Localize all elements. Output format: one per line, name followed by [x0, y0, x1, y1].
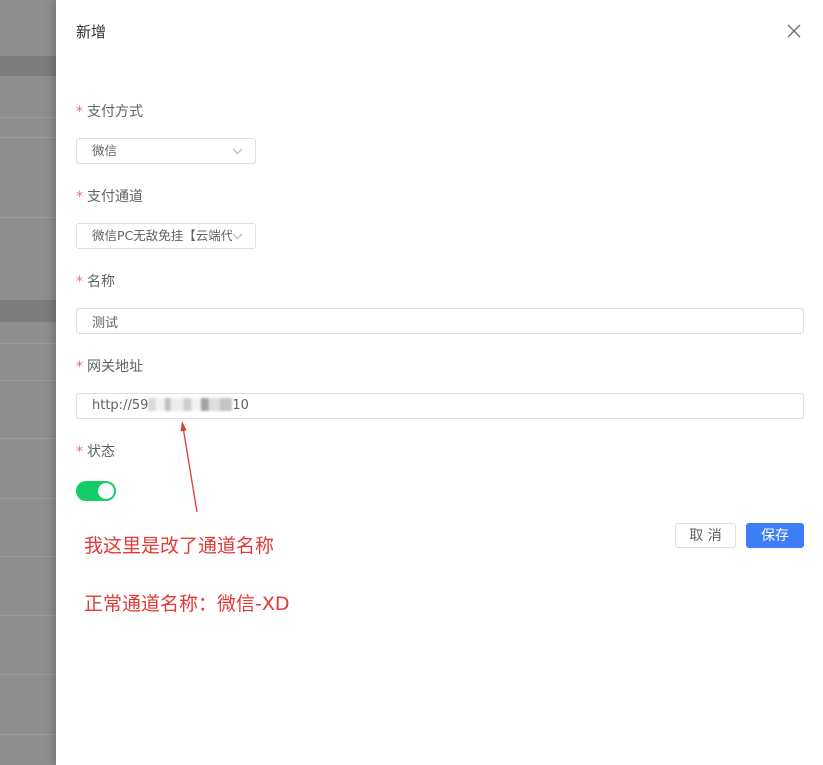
backdrop-row-divider: [0, 217, 56, 218]
backdrop-row-divider: [0, 615, 56, 616]
required-mark: *: [76, 359, 83, 375]
payment-method-label: * 支付方式: [76, 102, 143, 122]
payment-method-select[interactable]: 微信: [76, 138, 256, 164]
annotation-line-2: 正常通道名称：微信-XD: [84, 593, 290, 615]
backdrop-row-divider: [0, 438, 56, 439]
backdrop-row-divider: [0, 117, 56, 118]
redacted-blur: [148, 398, 233, 411]
chevron-down-icon: [232, 148, 243, 155]
gateway-value-prefix: http://59: [92, 398, 149, 413]
backdrop-row-divider: [0, 380, 56, 381]
status-label: * 状态: [76, 442, 115, 462]
backdrop-row-divider: [0, 343, 56, 344]
close-icon[interactable]: [787, 24, 801, 38]
status-switch[interactable]: [76, 481, 116, 501]
name-input[interactable]: [76, 308, 804, 334]
status-label-text: 状态: [87, 444, 115, 460]
chevron-down-icon: [232, 233, 243, 240]
backdrop-row-divider: [0, 137, 56, 138]
switch-knob: [98, 483, 114, 499]
annotation-line-1: 我这里是改了通道名称: [84, 535, 275, 557]
backdrop-table-header: [0, 56, 56, 76]
save-button[interactable]: 保存: [746, 523, 804, 548]
backdrop-row-divider: [0, 674, 56, 675]
payment-channel-value: 微信PC无敌免挂【云端代: [92, 228, 232, 243]
gateway-value-suffix: 10: [232, 398, 249, 413]
required-mark: *: [76, 104, 83, 120]
required-mark: *: [76, 189, 83, 205]
gateway-label-text: 网关地址: [87, 359, 143, 375]
payment-method-label-text: 支付方式: [87, 104, 143, 120]
backdrop-row-divider: [0, 556, 56, 557]
gateway-label: * 网关地址: [76, 357, 143, 377]
gateway-input[interactable]: http://59 10: [76, 393, 804, 419]
backdrop-row-divider: [0, 734, 56, 735]
name-label: * 名称: [76, 272, 115, 292]
page-backdrop[interactable]: [0, 0, 56, 765]
backdrop-table-header: [0, 300, 56, 322]
cancel-button[interactable]: 取 消: [675, 523, 736, 548]
payment-channel-label-text: 支付通道: [87, 189, 143, 205]
required-mark: *: [76, 444, 83, 460]
payment-channel-label: * 支付通道: [76, 187, 143, 207]
add-drawer: 新增 *支付方式 微信 *支付通道 微信PC无敌免挂【云端代 *名称 *网关地址…: [56, 0, 823, 765]
payment-method-value: 微信: [92, 143, 118, 158]
name-label-text: 名称: [87, 274, 115, 290]
drawer-title: 新增: [76, 23, 107, 41]
payment-channel-select[interactable]: 微信PC无敌免挂【云端代: [76, 223, 256, 249]
backdrop-row-divider: [0, 498, 56, 499]
required-mark: *: [76, 274, 83, 290]
